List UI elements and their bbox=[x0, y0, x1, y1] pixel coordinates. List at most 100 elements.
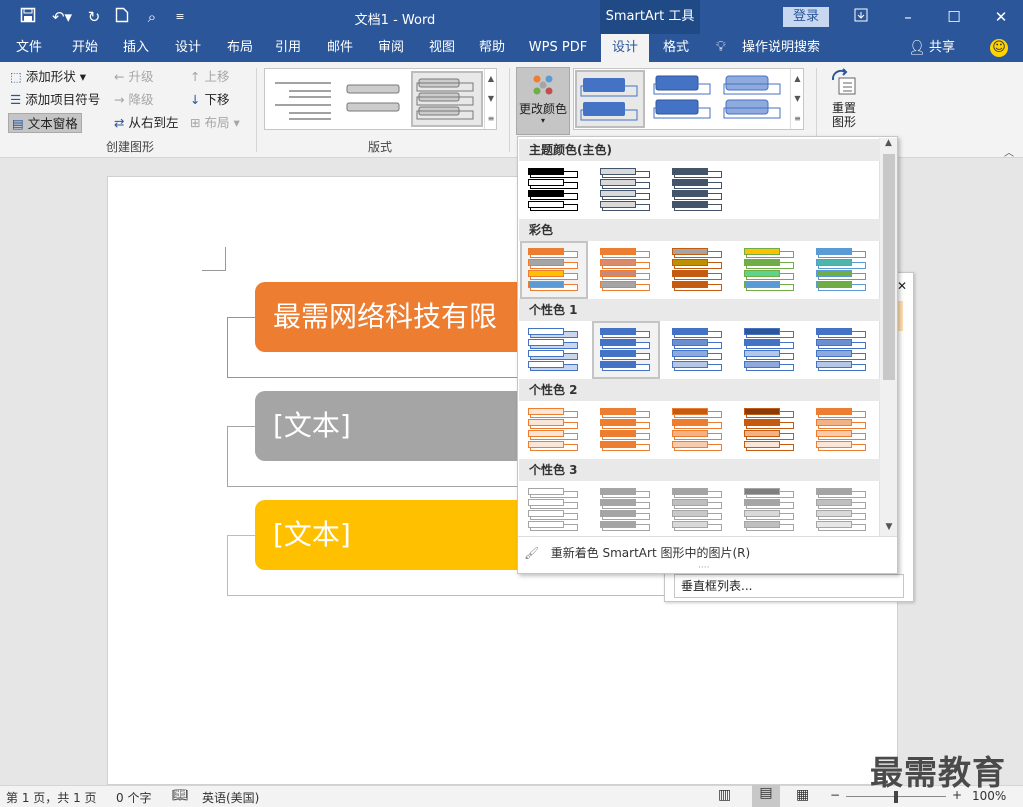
proofing-icon[interactable]: 📖︎ bbox=[172, 788, 189, 803]
layout-thumb-1[interactable] bbox=[271, 75, 335, 125]
page-count[interactable]: 第 1 页，共 1 页 bbox=[6, 789, 97, 806]
redo-icon[interactable]: ↻ bbox=[84, 7, 104, 27]
swatch-bar bbox=[816, 339, 852, 346]
style-thumb-2[interactable] bbox=[650, 72, 716, 126]
text-pane-button[interactable]: ▤ 文本窗格 bbox=[8, 113, 82, 133]
styles-scroll[interactable]: ▲ ▼ ≡ bbox=[790, 69, 804, 129]
tab-review[interactable]: 审阅 bbox=[369, 34, 413, 62]
section-colorful: 彩色 bbox=[519, 219, 880, 241]
swatch-bar bbox=[744, 499, 780, 506]
undo-icon[interactable]: ↶▾ bbox=[48, 7, 76, 27]
color-swatch-colorful-2[interactable] bbox=[594, 243, 658, 297]
save-icon[interactable] bbox=[18, 7, 38, 27]
login-button[interactable]: 登录 bbox=[783, 7, 829, 27]
tab-smartart-design[interactable]: 设计 bbox=[601, 34, 649, 62]
maximize-icon[interactable]: ☐ bbox=[944, 7, 964, 27]
color-swatch-colorful-4[interactable] bbox=[738, 243, 802, 297]
swatch-bar bbox=[528, 328, 564, 335]
layout-thumb-3-selected[interactable] bbox=[411, 71, 483, 127]
resize-grip-icon[interactable]: ···· bbox=[698, 563, 709, 573]
promote-button[interactable]: ← 升级 bbox=[114, 67, 153, 87]
tab-wps-pdf[interactable]: WPS PDF bbox=[526, 34, 590, 62]
color-swatch-accent2-5[interactable] bbox=[810, 403, 874, 457]
close-icon[interactable]: ✕ bbox=[991, 7, 1011, 27]
zoom-out-icon[interactable]: − bbox=[830, 788, 840, 802]
tab-references[interactable]: 引用 bbox=[266, 34, 310, 62]
new-doc-icon[interactable] bbox=[112, 7, 132, 27]
style-thumb-3[interactable] bbox=[720, 72, 786, 126]
change-colors-button[interactable]: 更改颜色 ▾ bbox=[516, 67, 570, 135]
color-swatch-accent1-2[interactable] bbox=[592, 321, 660, 379]
swatch-bar bbox=[528, 488, 564, 495]
style-thumb-1-selected[interactable] bbox=[575, 70, 645, 128]
scrollbar-thumb[interactable] bbox=[883, 154, 895, 380]
color-swatch-accent3-4[interactable] bbox=[738, 483, 802, 537]
swatch-bar bbox=[744, 270, 780, 277]
reset-graphic-button[interactable]: 重置 图形 bbox=[822, 68, 866, 138]
swatch-bar bbox=[600, 179, 636, 186]
tab-home[interactable]: 开始 bbox=[62, 34, 108, 62]
color-swatch-accent3-1[interactable] bbox=[522, 483, 586, 537]
color-swatch-colorful-5[interactable] bbox=[810, 243, 874, 297]
swatch-bar bbox=[672, 248, 708, 255]
swatch-bar bbox=[600, 499, 636, 506]
touch-mode-icon[interactable]: ⌕ bbox=[142, 7, 162, 27]
tab-help[interactable]: 帮助 bbox=[470, 34, 514, 62]
print-layout-icon[interactable]: ▤ bbox=[752, 785, 780, 807]
text-pane-layout-label[interactable]: 垂直框列表... bbox=[674, 574, 904, 598]
tab-layout[interactable]: 布局 bbox=[218, 34, 262, 62]
tab-design[interactable]: 设计 bbox=[166, 34, 210, 62]
minimize-icon[interactable]: – bbox=[898, 7, 918, 27]
collapse-ribbon-icon[interactable]: ︿ bbox=[1004, 144, 1014, 159]
recolor-pictures-item[interactable]: 🖌︎ 重新着色 SmartArt 图形中的图片(R) bbox=[524, 543, 750, 563]
move-up-button[interactable]: ↑ 上移 bbox=[190, 67, 229, 87]
word-count[interactable]: 0 个字 bbox=[116, 789, 151, 806]
color-swatch-accent1-3[interactable] bbox=[666, 323, 730, 377]
color-swatch-theme-2[interactable] bbox=[594, 163, 658, 217]
web-layout-icon[interactable]: ▦ bbox=[796, 787, 809, 803]
read-mode-icon[interactable]: ▥ bbox=[718, 787, 731, 803]
swatch-bar bbox=[744, 248, 780, 255]
layout-button[interactable]: ⊞ 布局 ▾ bbox=[190, 113, 240, 133]
tell-me-search[interactable]: 操作说明搜索 bbox=[738, 34, 824, 62]
color-swatch-accent2-4[interactable] bbox=[738, 403, 802, 457]
color-swatch-accent2-3[interactable] bbox=[666, 403, 730, 457]
tab-insert[interactable]: 插入 bbox=[114, 34, 158, 62]
language[interactable]: 英语(美国) bbox=[202, 789, 259, 806]
right-to-left-button[interactable]: ⇄ 从右到左 bbox=[114, 113, 178, 133]
tab-file[interactable]: 文件 bbox=[8, 34, 50, 62]
color-swatch-theme-3[interactable] bbox=[666, 163, 730, 217]
layout-thumb-2[interactable] bbox=[341, 75, 405, 125]
color-swatch-accent3-3[interactable] bbox=[666, 483, 730, 537]
tab-view[interactable]: 视图 bbox=[420, 34, 464, 62]
text-pane-close-icon[interactable]: ✕ bbox=[897, 279, 907, 293]
smiley-icon[interactable]: ☺ bbox=[990, 39, 1008, 57]
swatch-bar bbox=[744, 339, 780, 346]
ribbon-tabs: 文件 开始 插入 设计 布局 引用 邮件 审阅 视图 帮助 WPS PDF 设计… bbox=[0, 34, 1023, 62]
share-button[interactable]: 共享 bbox=[924, 34, 960, 62]
move-down-button[interactable]: ↓ 下移 bbox=[190, 90, 229, 110]
color-swatch-colorful-3[interactable] bbox=[666, 243, 730, 297]
tab-format[interactable]: 格式 bbox=[652, 34, 700, 62]
scroll-down-icon[interactable]: ▼ bbox=[880, 522, 898, 532]
tab-mailings[interactable]: 邮件 bbox=[318, 34, 362, 62]
color-swatch-accent2-1[interactable] bbox=[522, 403, 586, 457]
customize-qa-icon[interactable]: ≡ bbox=[170, 7, 190, 27]
ribbon-display-icon[interactable] bbox=[851, 7, 871, 27]
swatch-bar bbox=[528, 499, 564, 506]
layouts-scroll[interactable]: ▲ ▼ ≡ bbox=[484, 69, 497, 129]
demote-button[interactable]: → 降级 bbox=[114, 90, 153, 110]
color-swatch-accent1-1[interactable] bbox=[522, 323, 586, 377]
swatch-bar bbox=[528, 361, 564, 368]
color-swatch-accent3-2[interactable] bbox=[594, 483, 658, 537]
scroll-up-icon[interactable]: ▲ bbox=[880, 138, 897, 148]
add-bullet-button[interactable]: ☰ 添加项目符号 bbox=[10, 90, 100, 110]
color-swatch-accent3-5[interactable] bbox=[810, 483, 874, 537]
add-shape-button[interactable]: ⬚ 添加形状 ▾ bbox=[10, 67, 86, 87]
color-swatch-accent1-5[interactable] bbox=[810, 323, 874, 377]
color-swatch-colorful-1[interactable] bbox=[520, 241, 588, 299]
color-swatch-theme-1[interactable] bbox=[522, 163, 586, 217]
color-swatch-accent1-4[interactable] bbox=[738, 323, 802, 377]
color-swatch-accent2-2[interactable] bbox=[594, 403, 658, 457]
dropdown-scrollbar[interactable]: ▲ ▼ bbox=[879, 138, 897, 536]
